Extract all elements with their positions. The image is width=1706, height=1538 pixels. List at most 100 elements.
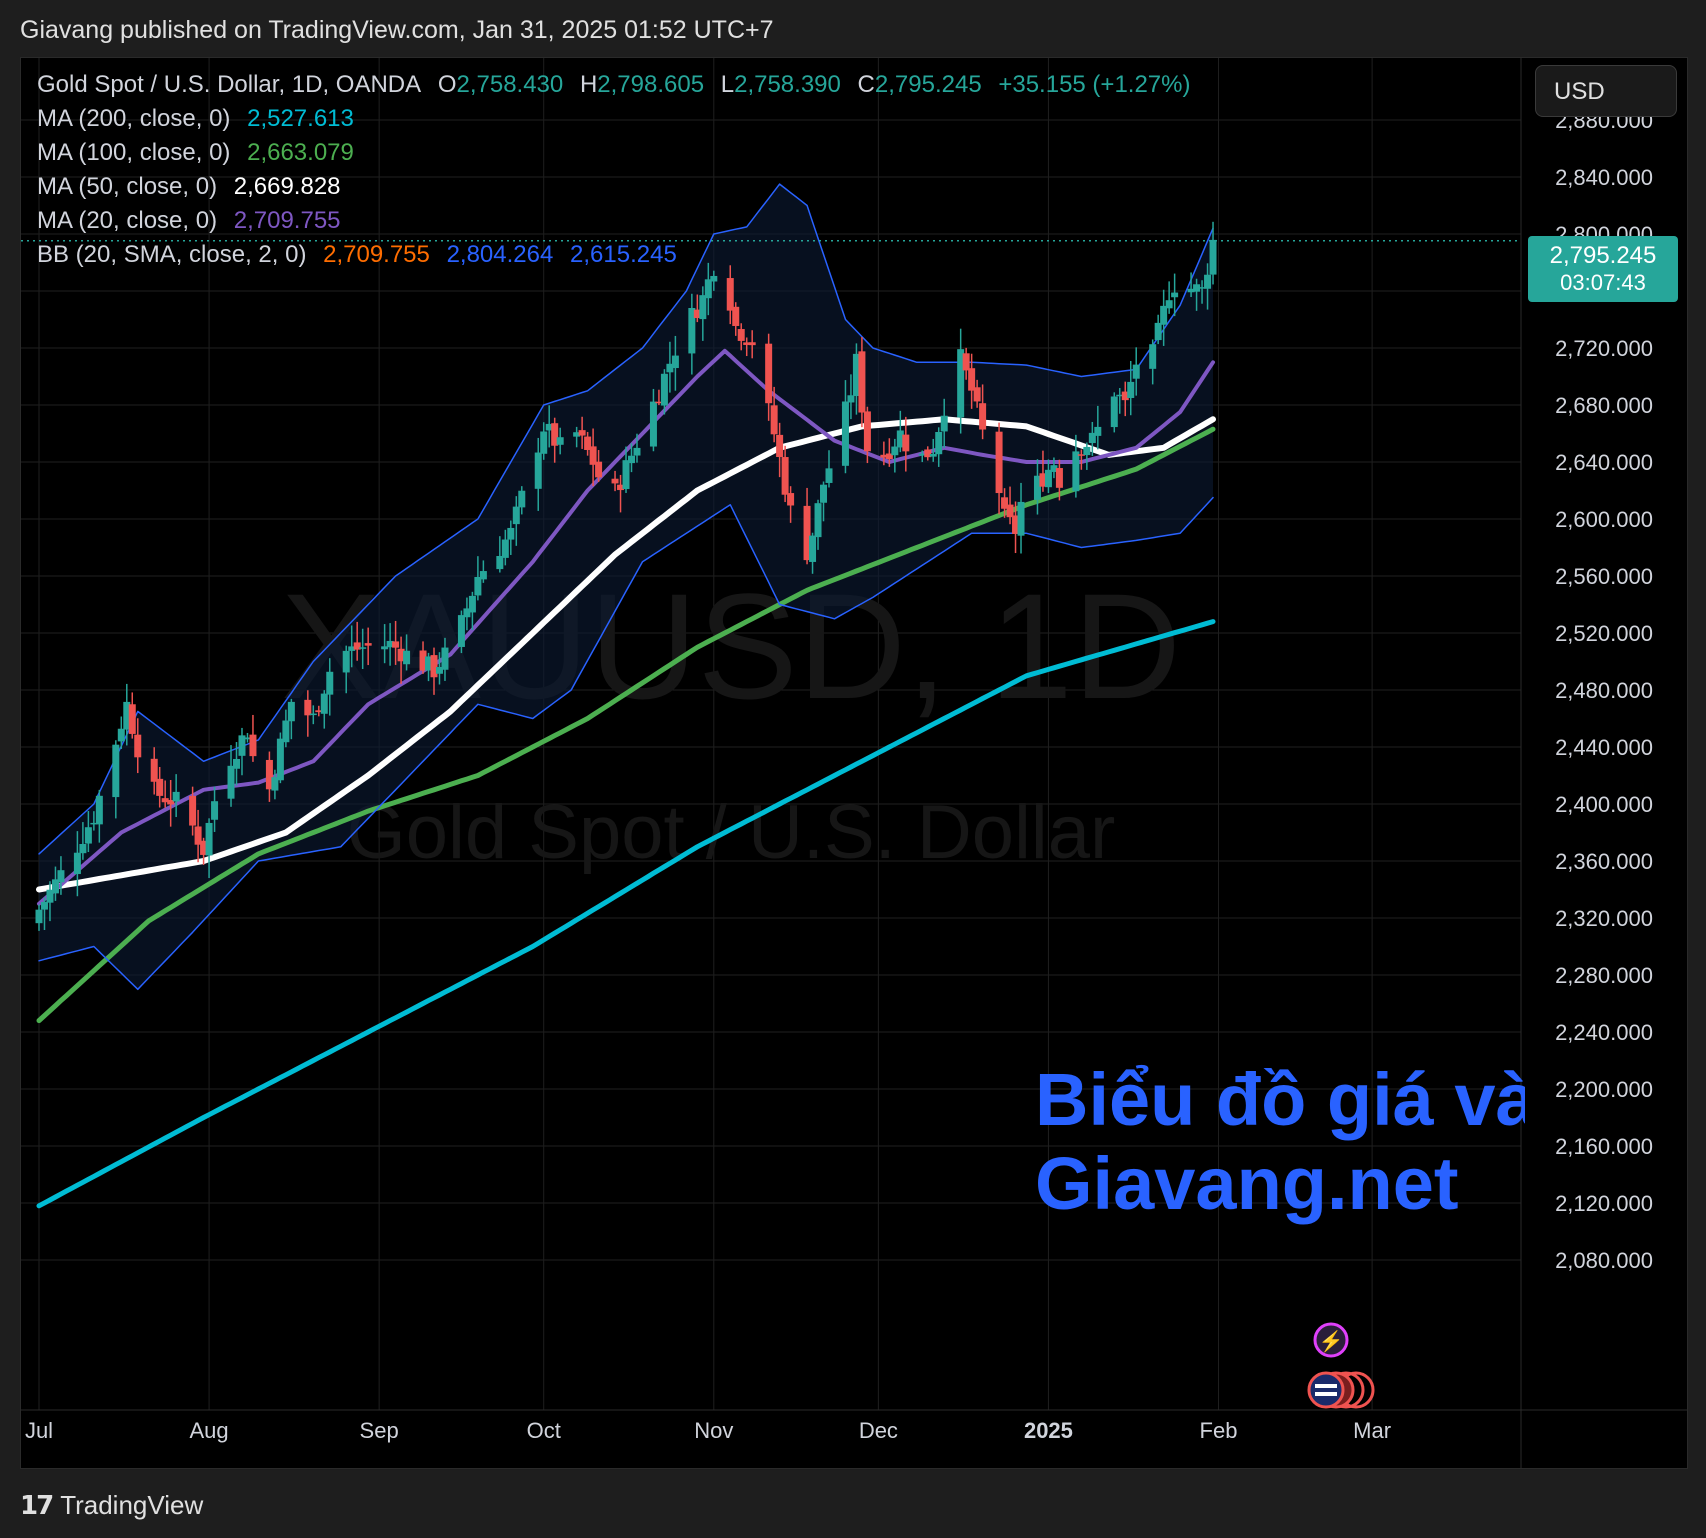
candle-body: [809, 535, 817, 562]
candle-body: [995, 431, 1003, 494]
candle-body: [556, 437, 564, 445]
candle-body: [622, 460, 630, 490]
candle-body: [1083, 446, 1091, 456]
candle-body: [858, 351, 866, 413]
candle-body: [1110, 396, 1118, 428]
candle-body: [1094, 426, 1102, 436]
candle-body: [534, 452, 542, 489]
overlay-line-2: Giavang.net: [1035, 1142, 1459, 1225]
candle-body: [765, 343, 773, 404]
currency-button[interactable]: USD: [1535, 65, 1677, 117]
candle-body: [1044, 469, 1052, 488]
candle-body: [1017, 501, 1025, 536]
legend-high-label: H: [579, 71, 598, 98]
candle-body: [282, 720, 290, 743]
candle-body: [847, 395, 855, 403]
time-tick-label: Nov: [694, 1418, 733, 1443]
candle-body: [929, 453, 937, 457]
time-tick-label: Aug: [189, 1418, 228, 1443]
candle-body: [1127, 381, 1135, 398]
candle-body: [770, 405, 778, 435]
candle-body: [611, 478, 619, 484]
watermark-name: Gold Spot / U.S. Dollar: [347, 790, 1116, 875]
price-tick-label: 2,720.000: [1555, 336, 1653, 361]
candle-body: [117, 728, 125, 742]
legend-bb-lower: 2,615.245: [570, 241, 677, 268]
candle-body: [1149, 344, 1157, 369]
candle-body: [649, 401, 657, 447]
legend-ma200-row[interactable]: MA (200, close, 0) 2,527.613: [37, 102, 1200, 136]
candle-body: [704, 279, 712, 299]
candle-body: [1055, 468, 1063, 488]
candle-body: [781, 457, 789, 495]
legend-change: +35.155 (+1.27%): [998, 71, 1191, 98]
candle-body: [732, 306, 740, 326]
legend-ma50-row[interactable]: MA (50, close, 0) 2,669.828: [37, 170, 1200, 204]
legend-low-label: L: [720, 71, 735, 98]
price-tick-label: 2,320.000: [1555, 906, 1653, 931]
candle-body: [518, 490, 526, 508]
legend-ma50-value: 2,669.828: [233, 173, 341, 200]
candle-body: [35, 909, 43, 924]
legend-close: 2,795.245: [874, 71, 982, 98]
candle-body: [1160, 305, 1168, 325]
candle-body: [474, 576, 482, 596]
candle-body: [968, 368, 976, 391]
candle-body: [628, 455, 635, 464]
candle-body: [814, 503, 822, 538]
chart-legend: Gold Spot / U.S. Dollar, 1D, OANDA O2,75…: [37, 68, 1200, 272]
lightning-glyph-icon: ⚡: [1319, 1329, 1344, 1353]
price-tick-label: 2,200.000: [1555, 1077, 1653, 1102]
candle-body: [112, 744, 120, 798]
events-icons[interactable]: ⚡: [1307, 1322, 1375, 1409]
price-tick-label: 2,080.000: [1555, 1248, 1653, 1273]
candle-body: [578, 430, 586, 436]
price-tick-label: 2,400.000: [1555, 792, 1653, 817]
candle-body: [507, 527, 515, 540]
legend-high: 2,798.605: [597, 71, 705, 98]
candle-body: [1072, 451, 1080, 492]
candle-body: [57, 870, 65, 883]
legend-ma50-label: MA (50, close, 0): [37, 173, 218, 200]
legend-ma100-row[interactable]: MA (100, close, 0) 2,663.079: [37, 136, 1200, 170]
legend-bb-row[interactable]: BB (20, SMA, close, 2, 0) 2,709.755 2,80…: [37, 238, 1200, 272]
price-tick-label: 2,440.000: [1555, 735, 1653, 760]
candle-body: [973, 387, 981, 402]
us-flag-stripe: [1315, 1392, 1337, 1396]
candle-body: [249, 734, 257, 757]
overlay-brand-text: Biểu đồ giá vàng Giavang.net: [1035, 1058, 1525, 1226]
candle-body: [748, 342, 756, 346]
legend-low: 2,758.390: [734, 71, 841, 98]
legend-ma200-value: 2,527.613: [247, 105, 354, 132]
candle-body: [227, 765, 235, 799]
price-tick-label: 2,160.000: [1555, 1134, 1653, 1159]
legend-symbol-row[interactable]: Gold Spot / U.S. Dollar, 1D, OANDA O2,75…: [37, 68, 1200, 102]
legend-ma100-value: 2,663.079: [247, 139, 354, 166]
legend-ma20-row[interactable]: MA (20, close, 0) 2,709.755: [37, 204, 1200, 238]
candle-body: [595, 461, 603, 478]
legend-close-label: C: [857, 71, 875, 98]
candle-body: [326, 671, 334, 695]
candle-body: [205, 822, 213, 856]
candle-body: [1154, 322, 1162, 341]
candle-body: [787, 493, 795, 506]
candle-body: [364, 643, 372, 646]
tradingview-logo[interactable]: 𝟭𝟳 TradingView: [20, 1490, 203, 1521]
candle-body: [1132, 364, 1140, 379]
time-tick-label: Oct: [527, 1418, 561, 1443]
candle-body: [737, 329, 745, 341]
price-tick-label: 2,480.000: [1555, 678, 1653, 703]
legend-bb-basis: 2,709.755: [323, 241, 430, 268]
legend-bb-label: BB (20, SMA, close, 2, 0): [37, 241, 307, 268]
legend-ma20-label: MA (20, close, 0): [37, 207, 218, 234]
chart-pane[interactable]: XAUUSD, 1D Gold Spot / U.S. Dollar 2,080…: [20, 57, 1688, 1469]
time-tick-label: Jul: [25, 1418, 53, 1443]
candle-body: [699, 295, 707, 320]
us-flag-event-icon[interactable]: [1307, 1371, 1345, 1409]
candle-body: [841, 401, 849, 466]
legend-ma100-label: MA (100, close, 0): [37, 139, 231, 166]
candle-body: [891, 446, 899, 456]
candle-body: [403, 650, 411, 665]
time-tick-label: Mar: [1353, 1418, 1391, 1443]
legend-open-label: O: [437, 71, 457, 98]
